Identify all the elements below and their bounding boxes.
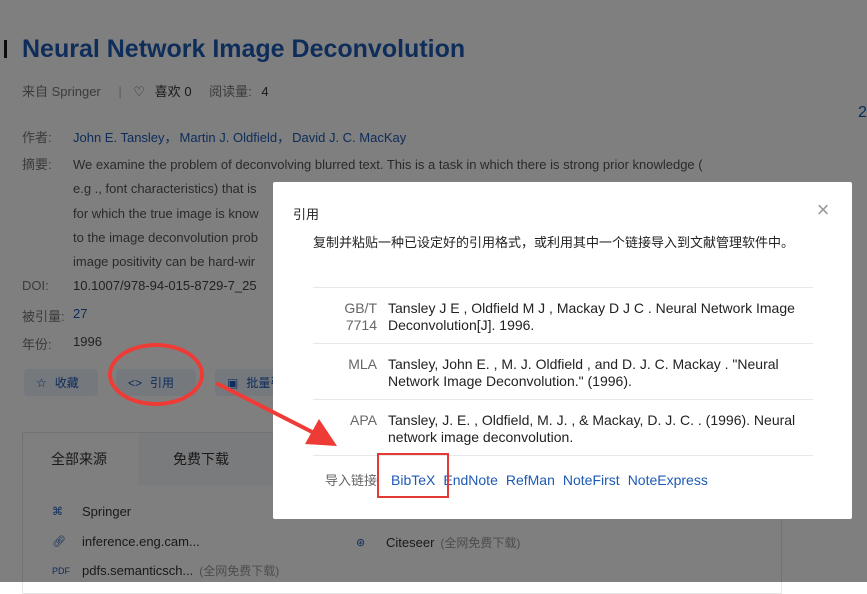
annotation-arrow (216, 382, 337, 446)
